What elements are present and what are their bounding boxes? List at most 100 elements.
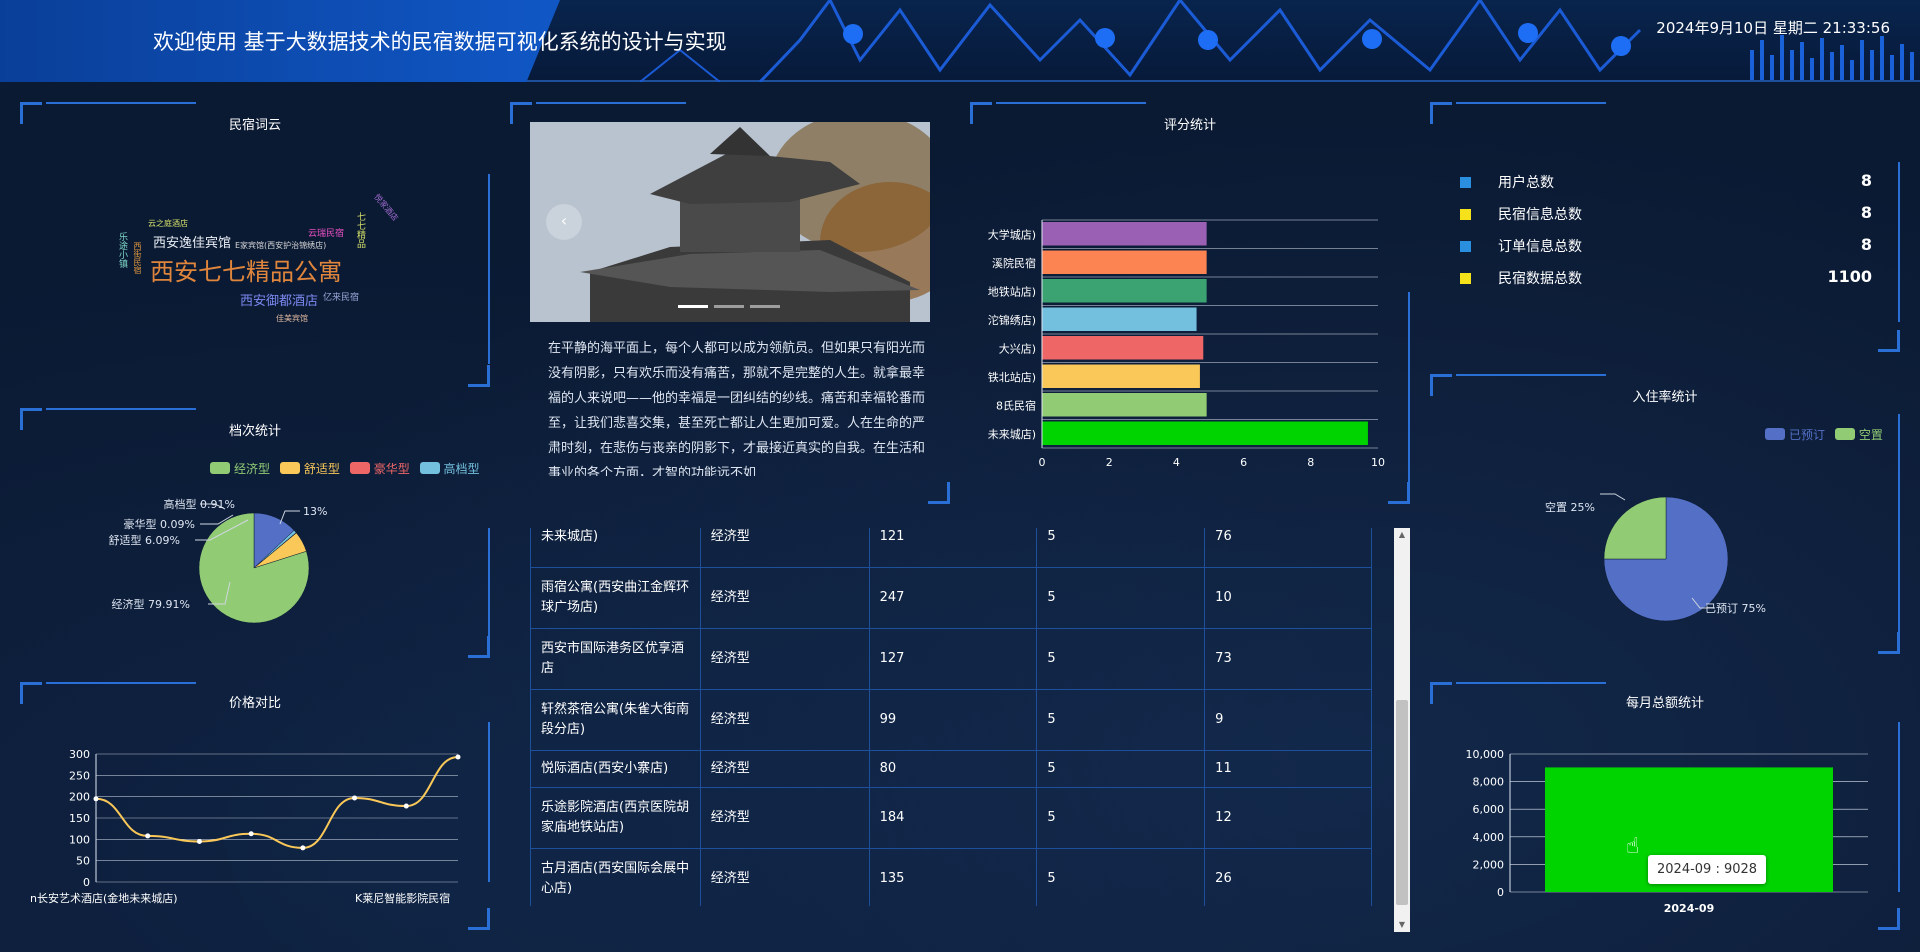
- chart-tooltip: 2024-09 : 9028: [1648, 855, 1767, 884]
- table-cell: 127: [868, 628, 1038, 690]
- table-cell: 5: [1036, 689, 1206, 751]
- x-tick: 4: [1173, 456, 1180, 469]
- word: 西安逸佳宾馆: [153, 236, 232, 251]
- table-cell: 经济型: [699, 750, 870, 788]
- bar: [1042, 421, 1368, 445]
- x-tick: K莱尼智能影院民宿: [355, 891, 450, 905]
- table-cell: 9: [1204, 689, 1372, 751]
- clock: 2024年9月10日 星期二 21:33:56: [1656, 19, 1890, 37]
- table-cell: 26: [1204, 848, 1372, 906]
- bar: [1042, 279, 1207, 303]
- category-label: 地铁站店): [988, 284, 1036, 298]
- stat-row: 订单信息总数 8: [1460, 232, 1872, 264]
- table-cell: 经济型: [699, 528, 870, 568]
- page-title: 欢迎使用 基于大数据技术的民宿数据可视化系统的设计与实现: [153, 30, 727, 54]
- table-row[interactable]: 乐途影院酒店(西京医院胡家庙地铁站店) 经济型 184 5 12: [530, 787, 1372, 849]
- table-scrollbar[interactable]: ▲ ▼: [1394, 528, 1410, 932]
- table-row[interactable]: 轩然茶宿公寓(朱雀大街南段分店) 经济型 99 5 9: [530, 689, 1372, 751]
- monthly-chart: 0 2,000 4,000 6,000 8,000 10,000 2024-09: [1466, 748, 1868, 915]
- table-cell: 80: [868, 750, 1038, 788]
- table-cell: 西安市国际港务区优享酒店: [530, 628, 701, 690]
- word: 佳美宾馆: [276, 314, 308, 323]
- word: 乐途小镇: [117, 232, 127, 268]
- table-cell: 5: [1036, 750, 1206, 788]
- category-label: 未来城店): [988, 427, 1036, 441]
- scroll-down-icon[interactable]: ▼: [1394, 918, 1410, 932]
- word: 云瑞民宿: [308, 229, 345, 239]
- data-point: [455, 754, 461, 760]
- stat-value: 8: [1860, 171, 1872, 190]
- grade-pie: 高档型 0.91% 豪华型 0.09% 舒适型 6.09% 经济型 79.91%…: [109, 497, 327, 624]
- carousel-dot[interactable]: [714, 305, 744, 308]
- stat-row: 民宿信息总数 8: [1460, 200, 1872, 232]
- data-point: [300, 845, 306, 851]
- pie-label: 高档型 0.91%: [164, 497, 235, 511]
- table-cell: 135: [868, 848, 1038, 906]
- y-tick: 50: [76, 855, 90, 868]
- pie-label: 空置 25%: [1545, 500, 1595, 514]
- word: 西安御都酒店: [240, 294, 319, 309]
- table-row[interactable]: 古月酒店(西安国际会展中心店) 经济型 135 5 26: [530, 848, 1372, 906]
- scroll-thumb[interactable]: [1396, 700, 1408, 905]
- stats-panel: 用户总数 8 民宿信息总数 8 订单信息总数 8 民宿数据总数 1100: [1430, 102, 1900, 352]
- table-cell: 经济型: [699, 567, 870, 629]
- stat-value: 1100: [1827, 267, 1872, 286]
- header: 欢迎使用 基于大数据技术的民宿数据可视化系统的设计与实现 2024年9月10日 …: [0, 0, 1920, 82]
- occupancy-pie: 空置 25% 已预订 75%: [1545, 493, 1766, 622]
- table-cell: 经济型: [699, 628, 870, 690]
- table-cell: 73: [1204, 628, 1372, 690]
- image-carousel[interactable]: ‹: [530, 122, 930, 322]
- carousel-indicators: [678, 293, 786, 312]
- homestay-table[interactable]: 未来城店) 经济型 121 5 76 雨宿公寓(西安曲江金辉环球广场店) 经济型 247 5 10…: [530, 528, 1372, 906]
- table-cell: 经济型: [699, 689, 870, 751]
- price-chart: 0 50 100 150 200 250 300 n长安艺术酒店(金地未来城店) K莱尼智能…: [30, 748, 461, 905]
- table-cell: 247: [868, 567, 1038, 629]
- x-tick: n长安艺术酒店(金地未来城店): [30, 891, 178, 905]
- category-label: 溪院民宿: [992, 256, 1036, 270]
- word: E家宾馆(西安护治锦绣店): [235, 241, 327, 250]
- wordcloud-title: 民宿词云: [228, 118, 281, 133]
- bar: [1042, 307, 1197, 331]
- bar: [1042, 393, 1207, 417]
- table-cell: 经济型: [699, 787, 870, 849]
- word: 悦家酒店: [372, 192, 400, 223]
- data-point: [93, 796, 99, 802]
- table-cell: 5: [1036, 787, 1206, 849]
- carousel-prev-button[interactable]: ‹: [546, 204, 582, 240]
- y-tick: 200: [69, 791, 90, 804]
- y-tick: 300: [69, 748, 90, 761]
- table-cell: 184: [868, 787, 1038, 849]
- y-tick: 2,000: [1473, 858, 1505, 871]
- y-tick: 0: [1497, 886, 1504, 899]
- table-row[interactable]: 雨宿公寓(西安曲江金辉环球广场店) 经济型 247 5 10: [530, 567, 1372, 629]
- y-tick: 6,000: [1473, 803, 1505, 816]
- table-cell: 经济型: [699, 848, 870, 906]
- word: 亿来民宿: [323, 293, 360, 303]
- table-row[interactable]: 西安市国际港务区优享酒店 经济型 127 5 73: [530, 628, 1372, 690]
- data-point: [403, 803, 409, 809]
- table-cell: 未来城店): [530, 528, 701, 568]
- word: 西安七七精品公寓: [150, 258, 342, 286]
- data-point: [196, 838, 202, 844]
- bar: [1042, 364, 1200, 388]
- hand-cursor-icon: ☝: [1626, 834, 1640, 859]
- table-cell: 悦际酒店(西安小寨店): [530, 750, 701, 788]
- x-tick: 10: [1371, 456, 1385, 469]
- scroll-up-icon[interactable]: ▲: [1394, 528, 1410, 542]
- stats-list: 用户总数 8 民宿信息总数 8 订单信息总数 8 民宿数据总数 1100: [1460, 168, 1872, 308]
- stat-label: 民宿数据总数: [1498, 271, 1582, 287]
- bar: [1042, 222, 1207, 246]
- carousel-dot[interactable]: [750, 305, 780, 308]
- word: 七七精品: [355, 212, 365, 248]
- table-cell: 轩然茶宿公寓(朱雀大街南段分店): [530, 689, 701, 751]
- category-label: 大学城店): [988, 227, 1036, 241]
- y-tick: 10,000: [1466, 748, 1505, 761]
- table-row[interactable]: 悦际酒店(西安小寨店) 经济型 80 5 11: [530, 750, 1372, 788]
- data-point: [145, 833, 151, 839]
- x-tick: 0: [1039, 456, 1046, 469]
- table-cell: 雨宿公寓(西安曲江金辉环球广场店): [530, 567, 701, 629]
- category-label: 铁北站店): [988, 370, 1036, 384]
- table-row[interactable]: 未来城店) 经济型 121 5 76: [530, 528, 1372, 568]
- carousel-dot[interactable]: [678, 305, 708, 308]
- rating-panel: 评分统计 大学城店) 溪院民宿 地铁站店) 沱锦绣店) 大兴店) 铁北站店) 8氏民宿 未来城…: [970, 102, 1410, 504]
